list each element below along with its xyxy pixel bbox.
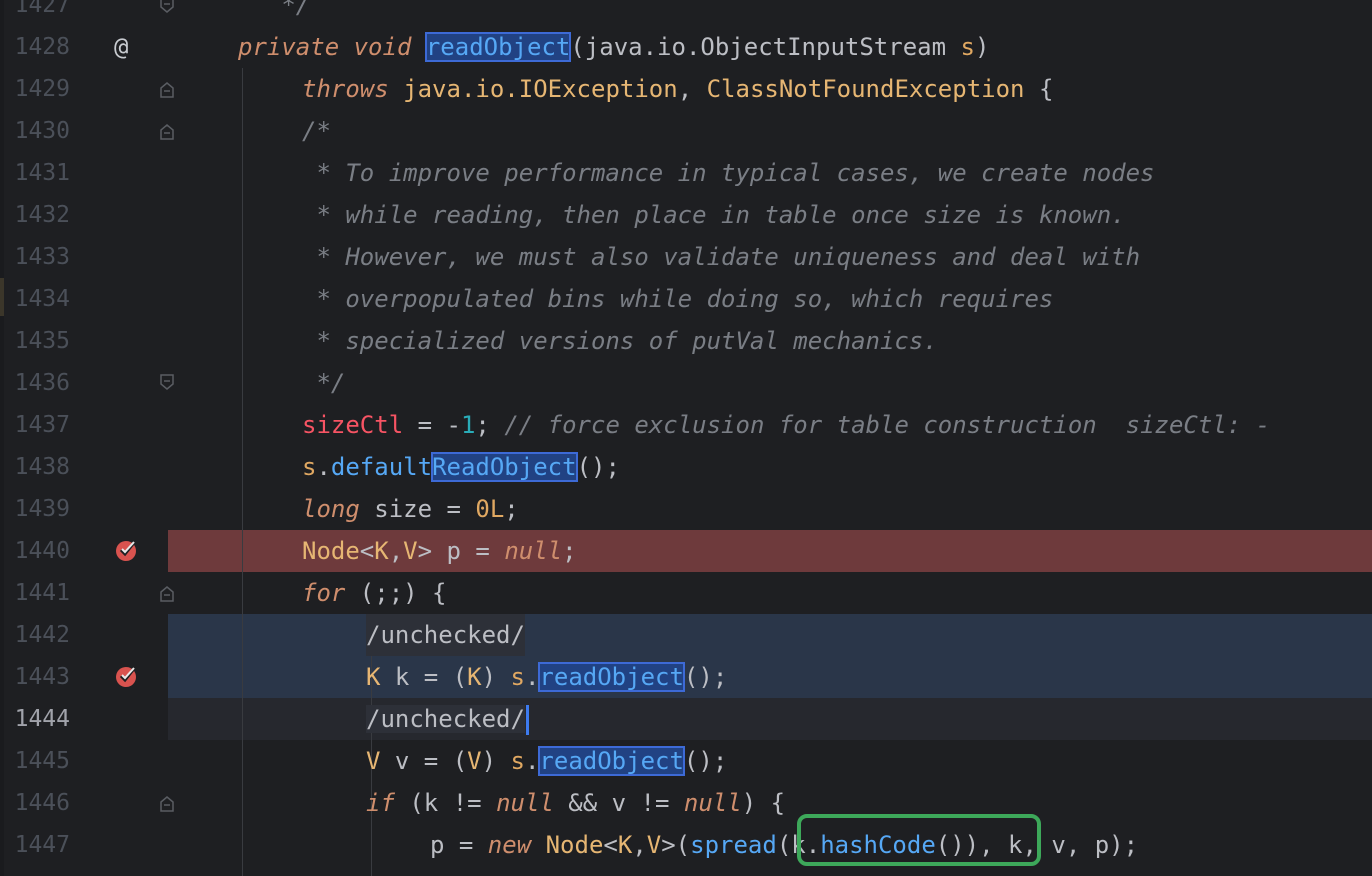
code-line: 1439 long size = 0L;	[0, 488, 1372, 530]
fold-end-icon[interactable]	[159, 373, 175, 391]
code-line: 1428 @ private void readObject(java.io.O…	[0, 26, 1372, 68]
line-number: 1432	[14, 202, 70, 228]
line-number: 1427	[14, 0, 70, 18]
code-text: */	[238, 0, 311, 19]
text-caret	[525, 705, 529, 735]
line-number: 1445	[14, 748, 70, 774]
code-text: for (;;) {	[302, 579, 447, 607]
code-line: 1445 V v = (V) s.readObject();	[0, 740, 1372, 782]
code-text: s.defaultReadObject();	[302, 452, 620, 482]
code-line: 1427 */	[0, 0, 1372, 26]
line-number: 1441	[14, 580, 70, 606]
code-text: * specialized versions of putVal mechani…	[302, 327, 938, 355]
line-number: 1436	[14, 370, 70, 396]
code-line: 1429 throws java.io.IOException, ClassNo…	[0, 68, 1372, 110]
line-number: 1430	[14, 118, 70, 144]
fold-start-icon[interactable]	[159, 123, 175, 141]
code-text: K k = (K) s.readObject();	[366, 662, 728, 692]
code-text: if (k != null && v != null) {	[366, 789, 786, 817]
fold-start-icon[interactable]	[159, 81, 175, 99]
code-line: 1435 * specialized versions of putVal me…	[0, 320, 1372, 362]
code-text: /unchecked/	[366, 705, 525, 733]
code-text: long size = 0L;	[302, 495, 519, 523]
code-line: 1436 */	[0, 362, 1372, 404]
code-line: 1430 /*	[0, 110, 1372, 152]
code-text: * while reading, then place in table onc…	[302, 201, 1126, 229]
code-text: * overpopulated bins while doing so, whi…	[302, 285, 1054, 313]
code-line: 1446 if (k != null && v != null) {	[0, 782, 1372, 824]
code-line: 1441 for (;;) {	[0, 572, 1372, 614]
line-number: 1444	[14, 706, 70, 732]
code-text: throws java.io.IOException, ClassNotFoun…	[302, 75, 1054, 103]
line-number: 1440	[14, 538, 70, 564]
breakpoint-icon[interactable]	[114, 663, 140, 689]
breakpoint-icon[interactable]	[114, 537, 140, 563]
annotation-highlight-box	[797, 814, 1041, 866]
code-line: 1432 * while reading, then place in tabl…	[0, 194, 1372, 236]
line-number: 1442	[14, 622, 70, 648]
code-line: 1438 s.defaultReadObject();	[0, 446, 1372, 488]
line-number: 1428	[14, 34, 70, 60]
line-number: 1433	[14, 244, 70, 270]
line-number: 1434	[14, 286, 70, 312]
line-number: 1443	[14, 664, 70, 690]
fold-start-icon[interactable]	[159, 585, 175, 603]
code-line: 1440 Node<K,V> p = null;	[0, 530, 1372, 572]
line-number: 1435	[14, 328, 70, 354]
code-text-wrap[interactable]: /unchecked/	[366, 698, 529, 740]
code-text: private void readObject(java.io.ObjectIn…	[238, 32, 990, 62]
code-line: 1447 p = new Node<K,V>(spread(k.hashCode…	[0, 824, 1372, 866]
code-line: 1442 /unchecked/	[0, 614, 1372, 656]
code-text: /*	[302, 117, 331, 145]
line-number: 1447	[14, 832, 70, 858]
override-marker-icon[interactable]: @	[114, 26, 128, 68]
fold-end-icon[interactable]	[159, 0, 175, 14]
line-number: 1429	[14, 76, 70, 102]
line-number: 1437	[14, 412, 70, 438]
code-line: 1443 K k = (K) s.readObject();	[0, 656, 1372, 698]
code-text: sizeCtl = -1; // force exclusion for tab…	[302, 411, 1271, 439]
code-editor[interactable]: 1427 */ 1428 @ private void readObject(j…	[0, 0, 1372, 876]
code-text: * However, we must also validate uniquen…	[302, 243, 1141, 271]
code-text: */	[302, 369, 346, 397]
code-line-current: 1444 /unchecked/	[0, 698, 1372, 740]
line-number: 1438	[14, 454, 70, 480]
line-number: 1431	[14, 160, 70, 186]
code-line: 1433 * However, we must also validate un…	[0, 236, 1372, 278]
code-text: /unchecked/	[366, 614, 525, 656]
code-line: 1437 sizeCtl = -1; // force exclusion fo…	[0, 404, 1372, 446]
fold-start-icon[interactable]	[159, 795, 175, 813]
code-line: 1434 * overpopulated bins while doing so…	[0, 278, 1372, 320]
code-line: 1431 * To improve performance in typical…	[0, 152, 1372, 194]
code-text: * To improve performance in typical case…	[302, 159, 1155, 187]
code-text: V v = (V) s.readObject();	[366, 746, 728, 776]
line-number: 1446	[14, 790, 70, 816]
code-text: Node<K,V> p = null;	[302, 537, 577, 565]
line-number: 1439	[14, 496, 70, 522]
